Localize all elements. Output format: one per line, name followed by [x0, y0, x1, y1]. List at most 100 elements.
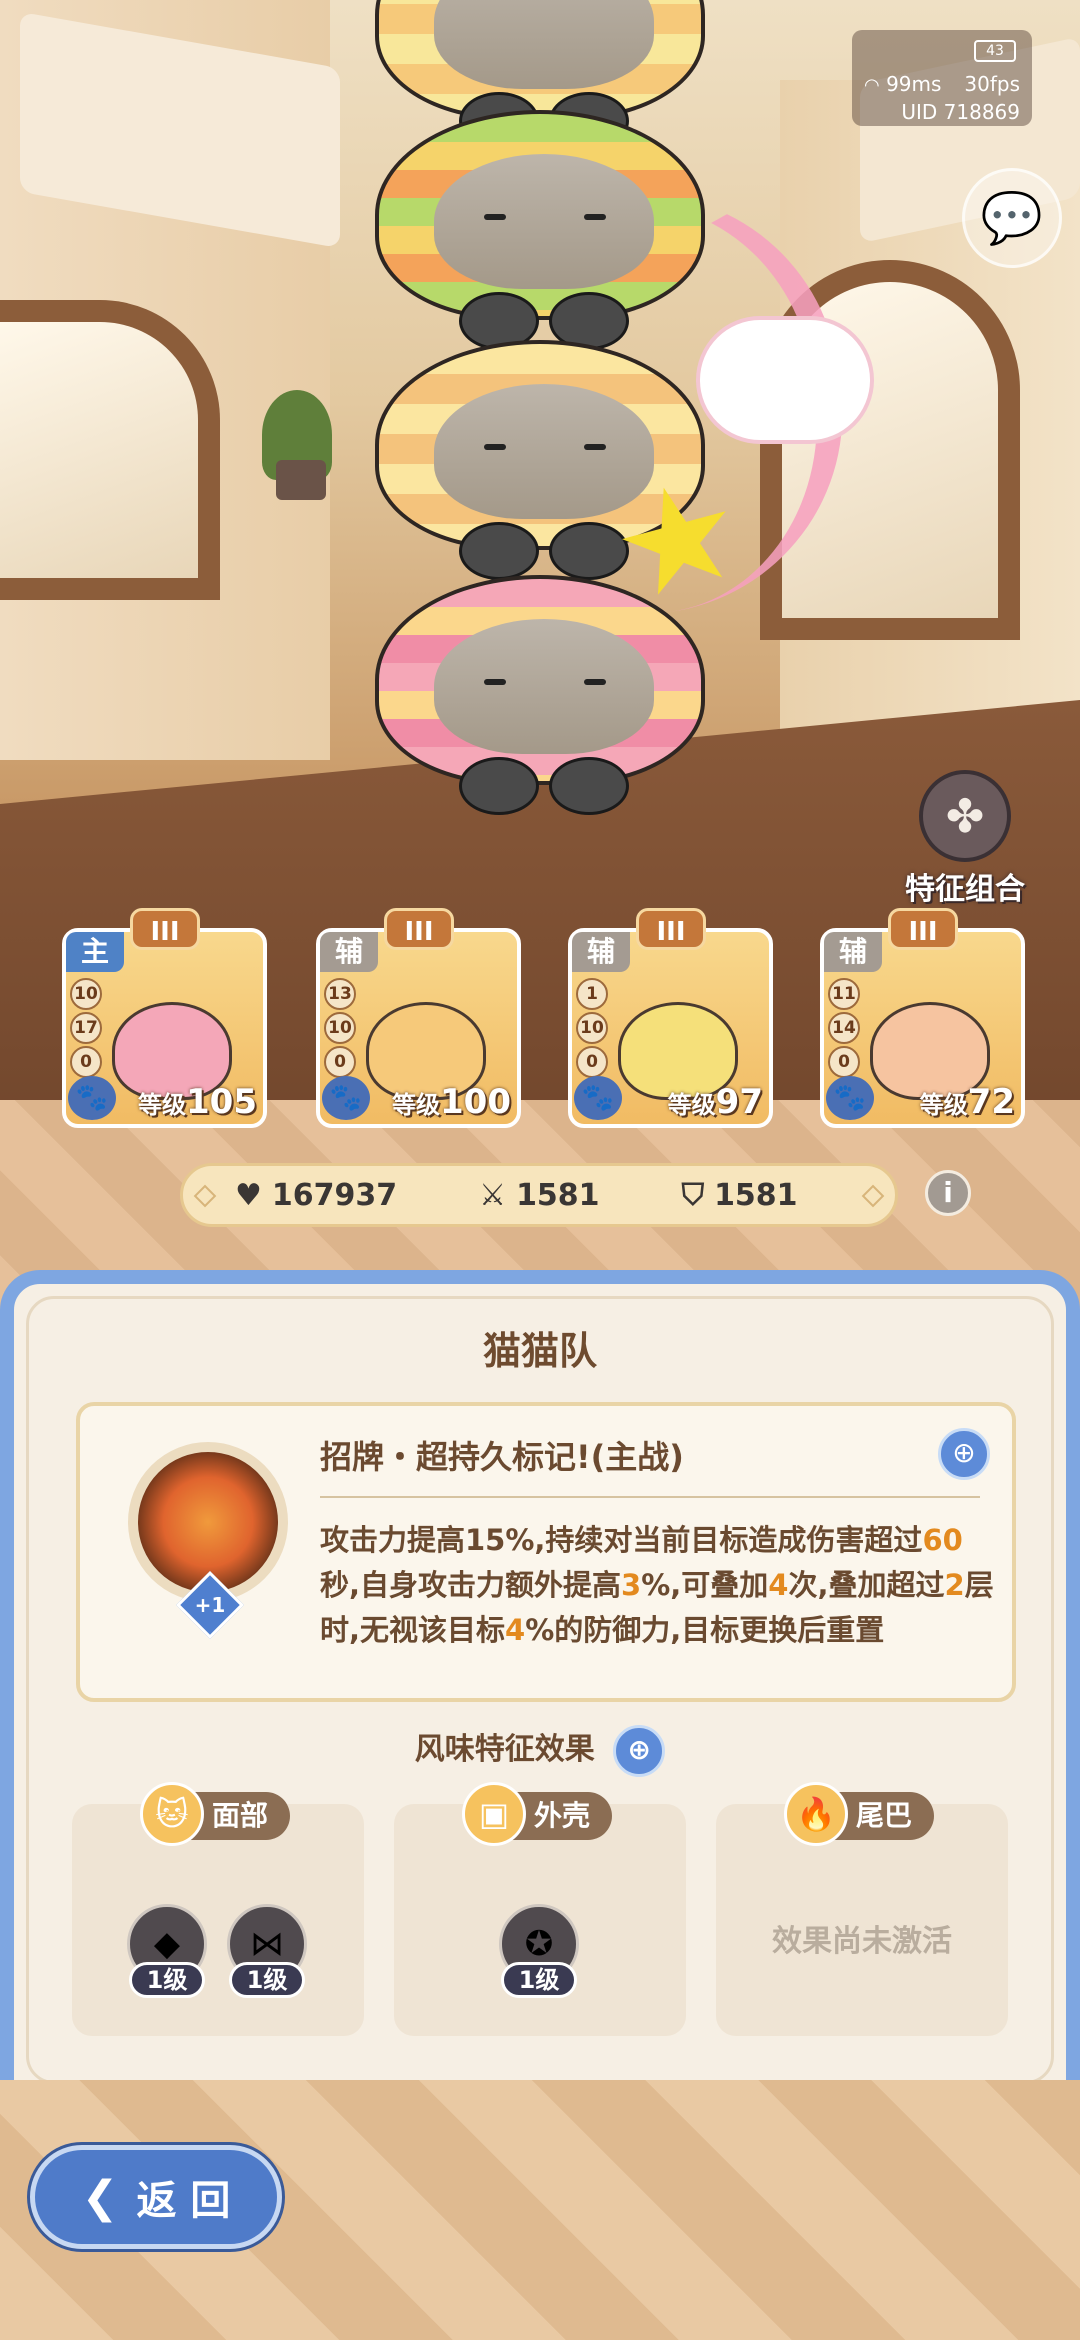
trait-name: 尾巴 [855, 1799, 913, 1832]
cat-paw [459, 757, 539, 815]
stat-value: 10 [324, 1012, 356, 1044]
stacked-cat-1[interactable] [375, 0, 705, 150]
battery-indicator: 43 [974, 40, 1016, 62]
uid-readout: UID 718869 [901, 100, 1020, 124]
stacked-cat-2[interactable] [375, 110, 705, 350]
trait-name: 面部 [211, 1799, 269, 1832]
desc-highlight: 4 [768, 1568, 789, 1602]
team-card-2[interactable]: III 辅 13 10 0 🐾 等级100 [316, 908, 521, 1128]
desc-text: 次,叠加超过 [788, 1568, 945, 1602]
role-tag: 主 [66, 932, 124, 972]
info-button[interactable]: i [925, 1170, 971, 1216]
back-arrow-icon: ❮ [81, 2171, 119, 2223]
desc-highlight: 60 [922, 1523, 963, 1557]
paw-icon: 🐾 [68, 1076, 116, 1120]
chat-button[interactable]: 💬 [962, 168, 1062, 268]
heart-icon: ♥ [235, 1177, 262, 1213]
level-text: 等级 [392, 1091, 441, 1119]
defense-value: 1581 [714, 1177, 798, 1213]
stat-value: 0 [70, 1046, 102, 1078]
desc-highlight: 2 [944, 1568, 965, 1602]
team-card-1[interactable]: III 主 10 17 0 🐾 等级105 [62, 908, 267, 1128]
level-label: 等级97 [668, 1082, 763, 1122]
card-stats: 1 10 0 [576, 978, 610, 1080]
wifi-icon: ◠ [864, 75, 880, 96]
badge-level: 1级 [501, 1962, 577, 1998]
back-button[interactable]: ❮ 返 回 [30, 2145, 282, 2249]
network-status: 43 ◠ 99ms 30fps UID 718869 [852, 30, 1032, 126]
cat-eye [484, 444, 506, 450]
trait-badge[interactable]: ✪ 1级 [499, 1904, 581, 2000]
trait-inactive-text: 效果尚未激活 [772, 1924, 952, 1959]
desc-highlight: 4 [505, 1613, 526, 1647]
stat-value: 0 [828, 1046, 860, 1078]
traits-title: 风味特征效果 ⊕ [14, 1724, 1066, 1777]
ping-readout: ◠ 99ms [864, 72, 941, 96]
paw-icon: 🐾 [574, 1076, 622, 1120]
trait-tag: 🐱 面部 [139, 1782, 291, 1846]
attack-stat: ⚔ 1581 [479, 1178, 599, 1213]
rank-badge: III [888, 908, 958, 950]
crossed-swords-icon: ⚔ [479, 1177, 507, 1213]
role-tag: 辅 [572, 932, 630, 972]
team-stat-bar: ♥ 167937 ⚔ 1581 ⛉ 1581 [180, 1163, 898, 1227]
decor-diamond [193, 1184, 217, 1208]
traits-zoom-button[interactable]: ⊕ [613, 1724, 666, 1777]
level-text: 等级 [667, 1091, 716, 1119]
stat-value: 10 [70, 978, 102, 1010]
team-card-4[interactable]: III 辅 11 14 0 🐾 等级72 [820, 908, 1025, 1128]
cat-eye [584, 444, 606, 450]
decor-diamond [861, 1184, 885, 1208]
team-card-3[interactable]: III 辅 1 10 0 🐾 等级97 [568, 908, 773, 1128]
trait-face[interactable]: 🐱 面部 ◆ 1级 ⋈ 1级 [72, 1782, 364, 2036]
level-text: 等级 [138, 1091, 187, 1119]
paw-icon: 🐾 [826, 1076, 874, 1120]
desc-highlight: 3 [621, 1568, 642, 1602]
back-label: 返 回 [136, 2178, 231, 2224]
role-tag: 辅 [320, 932, 378, 972]
cat-face [434, 619, 654, 754]
stat-value: 14 [828, 1012, 860, 1044]
clover-icon: ✤ [919, 770, 1011, 862]
trait-tag: ▣ 外壳 [461, 1782, 613, 1846]
badge-level: 1级 [129, 1962, 205, 1998]
trait-badge[interactable]: ◆ 1级 [127, 1904, 209, 2000]
desc-text: 攻击力提高15%,持续对当前目标造成伤害超过 [320, 1523, 923, 1557]
cat-eye [584, 679, 606, 685]
trait-tail[interactable]: 🔥 尾巴 效果尚未激活 [716, 1782, 1008, 2036]
game-scene: ★ 43 ◠ 99ms 30fps UID 718869 💬 ✤ 特征组合 II… [0, 0, 1080, 1340]
cat-eye [484, 214, 506, 220]
magnify-icon: ⊕ [952, 1436, 976, 1469]
stat-value: 13 [324, 978, 356, 1010]
trait-badges: ◆ 1级 ⋈ 1级 [72, 1904, 364, 2000]
attack-value: 1581 [516, 1177, 600, 1213]
trait-badges: ✪ 1级 [394, 1904, 686, 2000]
hp-stat: ♥ 167937 [235, 1178, 397, 1213]
panel-title: 猫猫队 [482, 1329, 597, 1373]
card-stats: 10 17 0 [70, 978, 104, 1080]
team-info-panel: 猫猫队 +1 招牌・超持久标记!(主战) ⊕ 攻击力提高15%,持续对当前目标造… [0, 1270, 1080, 2110]
cat-eye [484, 679, 506, 685]
hp-value: 167937 [271, 1177, 398, 1213]
fps-readout: 30fps [964, 72, 1020, 96]
shell-icon: ▣ [461, 1782, 526, 1846]
card-stats: 11 14 0 [828, 978, 862, 1080]
role-tag: 辅 [824, 932, 882, 972]
level-number: 100 [440, 1082, 511, 1122]
level-number: 72 [967, 1082, 1015, 1122]
skill-card: +1 招牌・超持久标记!(主战) ⊕ 攻击力提高15%,持续对当前目标造成伤害超… [76, 1402, 1016, 1702]
cat-face [434, 0, 654, 89]
team-cards: III 主 10 17 0 🐾 等级105 III 辅 13 10 0 🐾 等级… [58, 908, 1025, 1128]
rank-badge: III [636, 908, 706, 950]
skill-description[interactable]: 攻击力提高15%,持续对当前目标造成伤害超过60 秒,自身攻击力额外提高3%,可叠… [320, 1518, 1000, 1653]
skill-zoom-button[interactable]: ⊕ [938, 1428, 990, 1480]
trait-shell[interactable]: ▣ 外壳 ✪ 1级 [394, 1782, 686, 2036]
trait-tag: 🔥 尾巴 [783, 1782, 935, 1846]
divider [320, 1496, 980, 1498]
level-label: 等级100 [392, 1082, 511, 1122]
magnify-icon: ⊕ [627, 1732, 651, 1766]
feature-combo-button[interactable]: ✤ 特征组合 [890, 770, 1040, 908]
stat-value: 11 [828, 978, 860, 1010]
trait-badge[interactable]: ⋈ 1级 [227, 1904, 309, 2000]
stat-value: 1 [576, 978, 608, 1010]
